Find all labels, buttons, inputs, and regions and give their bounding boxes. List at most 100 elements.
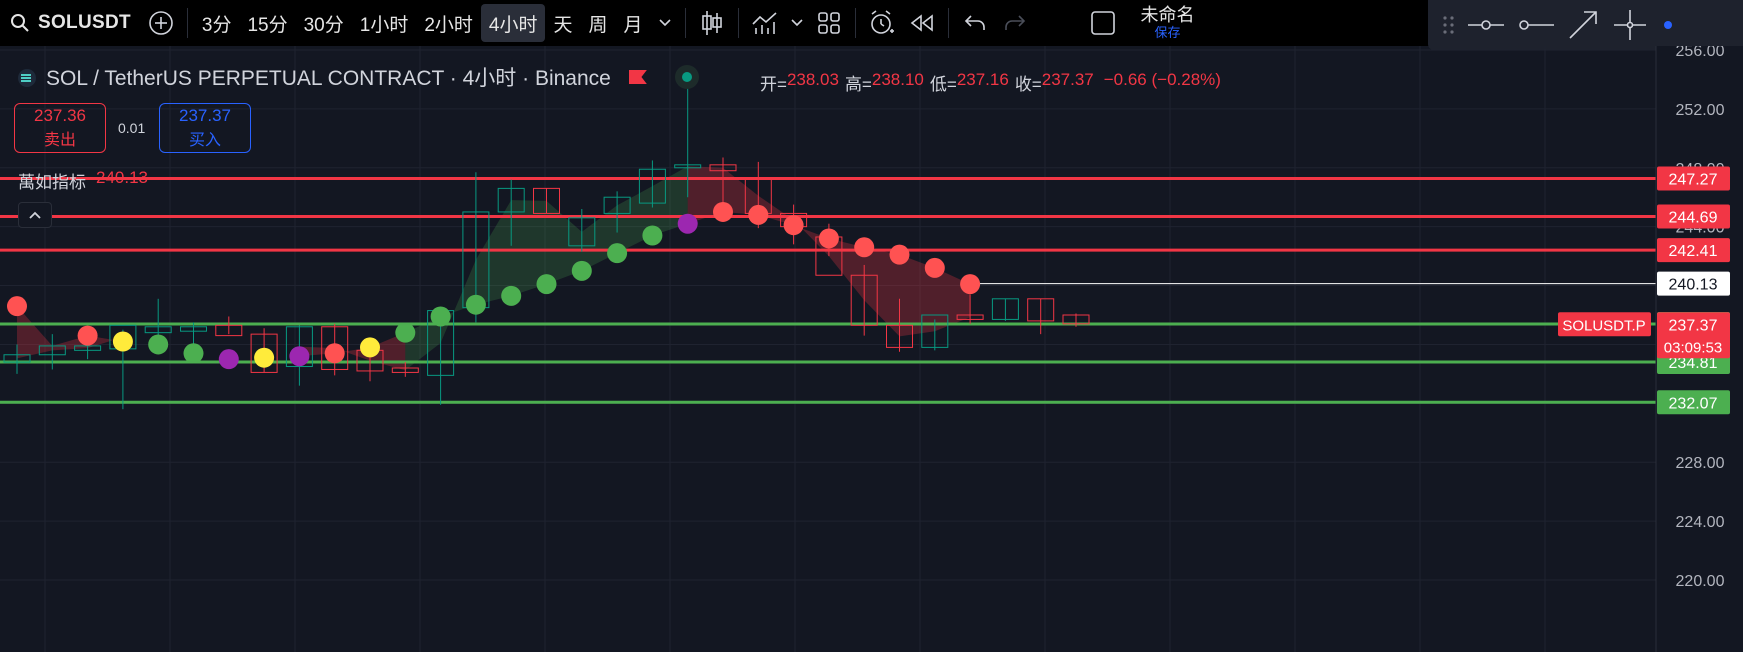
- chevron-down-icon: [790, 19, 803, 27]
- interval-button[interactable]: 2小时: [416, 4, 481, 42]
- replay-button[interactable]: [902, 4, 942, 42]
- interval-button[interactable]: 月: [616, 4, 651, 42]
- crosshair-icon[interactable]: [1612, 8, 1648, 42]
- axis-tick-label: 220.00: [1676, 573, 1725, 590]
- signal-dot: [748, 204, 769, 225]
- ohlc-low-value: 237.16: [956, 70, 1009, 89]
- ohlc-close-label: 收=: [1014, 75, 1042, 94]
- chevron-up-icon: [29, 211, 41, 219]
- divider: [186, 8, 188, 38]
- signal-dot: [395, 322, 416, 343]
- chart-legend: SOL / TetherUS PERPETUAL CONTRACT · 4小时 …: [18, 62, 699, 92]
- signal-dot: [360, 337, 380, 358]
- signal-dot: [818, 228, 839, 249]
- signal-dot: [148, 334, 169, 355]
- signal-dot: [7, 296, 27, 317]
- signal-dot: [960, 274, 981, 295]
- interval-button[interactable]: 1小时: [352, 4, 417, 42]
- buy-button[interactable]: 237.37 买入: [159, 103, 251, 153]
- layout-title[interactable]: 未命名 保存: [1140, 4, 1195, 40]
- divider: [947, 8, 949, 38]
- drawing-toolbar: [1428, 0, 1743, 50]
- divider: [854, 8, 856, 38]
- indicator-cloud: [17, 306, 123, 359]
- indicator-name: 萬如指标: [18, 173, 86, 192]
- axis-tick-label: 252.00: [1676, 102, 1725, 119]
- layout-name: 未命名: [1140, 4, 1195, 25]
- interval-button[interactable]: 15分: [239, 4, 295, 42]
- signal-dot: [536, 274, 557, 295]
- level-label: 244.69: [1669, 210, 1718, 227]
- signal-dot: [783, 215, 804, 236]
- signal-dot: [183, 343, 204, 364]
- signal-dot: [289, 346, 310, 367]
- divider: [737, 8, 739, 38]
- drag-handle-icon[interactable]: [1442, 14, 1456, 36]
- indicator-cloud: [299, 332, 406, 371]
- indicators-button[interactable]: [745, 4, 785, 42]
- sell-button[interactable]: 237.36 卖出: [14, 103, 106, 153]
- alert-button[interactable]: [862, 4, 902, 42]
- ohlc-readout: 开= 238.03 高= 238.10 低= 237.16 收= 237.37 −0.6…: [760, 70, 1221, 95]
- chart-pane[interactable]: 256.00252.00248.00244.00228.00224.00220.…: [0, 46, 1743, 652]
- trend-line-icon[interactable]: [1466, 15, 1506, 35]
- undo-icon: [964, 15, 985, 30]
- fullscreen-button[interactable]: [1083, 4, 1123, 42]
- indicator-legend[interactable]: 萬如指标 240.13: [18, 168, 148, 193]
- signal-dot: [854, 237, 875, 258]
- axis-tick-label: 228.00: [1676, 455, 1725, 472]
- signal-dot: [607, 243, 628, 264]
- chevron-down-icon: [658, 19, 671, 27]
- compare-add-button[interactable]: [141, 4, 181, 42]
- indicator-line-label: 240.13: [1669, 277, 1718, 294]
- flag-icon[interactable]: [628, 70, 647, 84]
- ohlc-open-value: 238.03: [786, 70, 839, 89]
- level-label: 232.07: [1669, 395, 1718, 412]
- collapse-legend-button[interactable]: [18, 202, 52, 228]
- signal-dot: [77, 325, 98, 346]
- ohlc-close-value: 237.37: [1041, 70, 1094, 89]
- signal-dot: [713, 201, 733, 222]
- symbol-tag: SOLUSDT.P: [1562, 317, 1645, 334]
- signal-dot: [501, 285, 522, 306]
- arrow-tool-icon[interactable]: [1566, 8, 1602, 42]
- indicators-icon: [751, 12, 777, 34]
- sell-price: 237.36: [34, 106, 86, 125]
- ray-line-icon[interactable]: [1516, 15, 1556, 35]
- interval-button[interactable]: 3分: [194, 4, 240, 42]
- countdown-label: 03:09:53: [1664, 339, 1722, 356]
- ohlc-change: −0.66 (−0.28%): [1103, 70, 1221, 89]
- ohlc-low-label: 低=: [929, 75, 957, 94]
- axis-tick-label: 224.00: [1676, 514, 1725, 531]
- divider: [684, 8, 686, 38]
- grid-layout-icon: [817, 12, 840, 34]
- interval-button[interactable]: 周: [581, 4, 616, 42]
- interval-button[interactable]: 天: [545, 4, 580, 42]
- redo-button[interactable]: [995, 4, 1035, 42]
- ohlc-high-label: 高=: [844, 75, 872, 94]
- signal-dot: [571, 260, 592, 281]
- market-status-icon[interactable]: [674, 65, 699, 89]
- square-icon: [1090, 11, 1115, 35]
- signal-dot: [254, 347, 275, 368]
- last-price-label: 237.37: [1669, 317, 1718, 334]
- layouts-button[interactable]: [809, 4, 849, 42]
- price-chart[interactable]: 256.00252.00248.00244.00228.00224.00220.…: [0, 46, 1743, 652]
- signal-dot: [677, 213, 698, 234]
- signal-dot: [924, 257, 945, 278]
- interval-dropdown-button[interactable]: [651, 4, 679, 42]
- interval-button[interactable]: 30分: [296, 4, 352, 42]
- undo-button[interactable]: [955, 4, 995, 42]
- save-label: 保存: [1154, 24, 1181, 40]
- rewind-icon: [910, 14, 933, 32]
- chart-type-button[interactable]: [692, 4, 732, 42]
- chart-title[interactable]: SOL / TetherUS PERPETUAL CONTRACT · 4小时 …: [46, 62, 611, 92]
- interval-button[interactable]: 4小时: [480, 4, 546, 42]
- indicators-dropdown-button[interactable]: [785, 4, 809, 42]
- signal-dot: [889, 244, 910, 265]
- sell-label: 卖出: [43, 132, 76, 149]
- signal-dot: [112, 331, 133, 352]
- symbol-logo-icon: [18, 69, 36, 87]
- ohlc-high-value: 238.10: [871, 70, 924, 89]
- symbol-search[interactable]: SOLUSDT: [0, 0, 141, 46]
